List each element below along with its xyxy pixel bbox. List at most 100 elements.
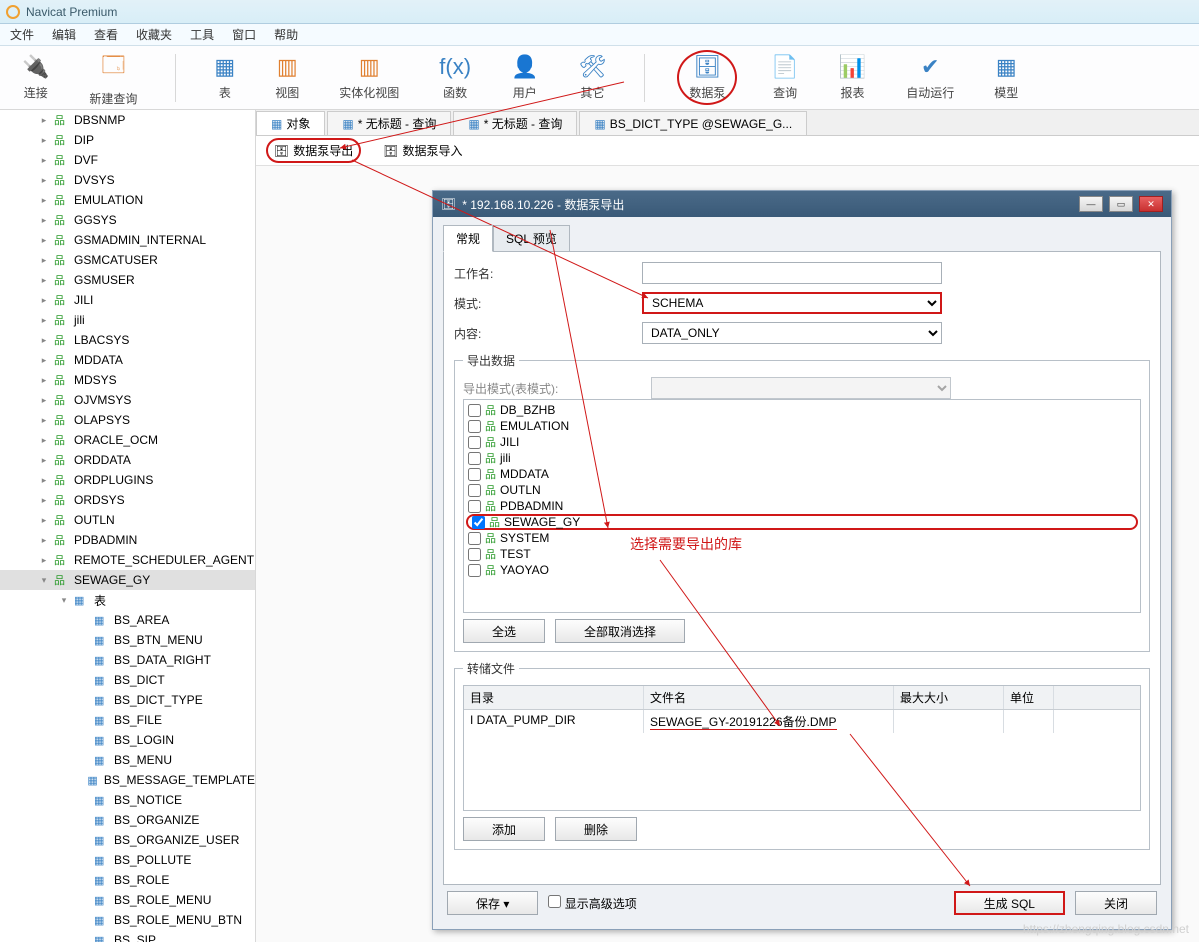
tree-BS_DICT_TYPE[interactable]: ▦BS_DICT_TYPE xyxy=(0,690,255,710)
dump-table-row[interactable]: I DATA_PUMP_DIR SEWAGE_GY-20191226备份.DMP xyxy=(464,710,1140,733)
object-tree[interactable]: ▸品DBSNMP▸品DIP▸品DVF▸品DVSYS▸品EMULATION▸品GG… xyxy=(0,110,256,942)
tree-GSMCATUSER[interactable]: ▸品GSMCATUSER xyxy=(0,250,255,270)
tree-BS_ORGANIZE[interactable]: ▦BS_ORGANIZE xyxy=(0,810,255,830)
toolbar-实体化视图[interactable]: ▥实体化视图 xyxy=(333,50,405,105)
schema-row-OUTLN[interactable]: 品OUTLN xyxy=(466,482,1138,498)
toolbar-函数[interactable]: f(x)函数 xyxy=(433,50,477,105)
tree-DVSYS[interactable]: ▸品DVSYS xyxy=(0,170,255,190)
schema-checkbox[interactable] xyxy=(468,404,481,417)
schema-checkbox[interactable] xyxy=(468,548,481,561)
datapump-import-button[interactable]: 🗄 数据泵导入 xyxy=(377,140,468,161)
toolbar-视图[interactable]: ▥视图 xyxy=(269,50,305,105)
tree-BS_ROLE_MENU_BTN[interactable]: ▦BS_ROLE_MENU_BTN xyxy=(0,910,255,930)
tree-BS_AREA[interactable]: ▦BS_AREA xyxy=(0,610,255,630)
doc-tab[interactable]: ▦* 无标题 - 查询 xyxy=(453,111,577,135)
tree-BS_ORGANIZE_USER[interactable]: ▦BS_ORGANIZE_USER xyxy=(0,830,255,850)
schema-checkbox[interactable] xyxy=(468,484,481,497)
generate-sql-button[interactable]: 生成 SQL xyxy=(954,891,1065,915)
advanced-checkbox[interactable] xyxy=(548,895,561,908)
schema-row-EMULATION[interactable]: 品EMULATION xyxy=(466,418,1138,434)
schema-row-DB_BZHB[interactable]: 品DB_BZHB xyxy=(466,402,1138,418)
tree-BS_DATA_RIGHT[interactable]: ▦BS_DATA_RIGHT xyxy=(0,650,255,670)
toolbar-表[interactable]: ▦表 xyxy=(208,50,241,105)
menu-收藏夹[interactable]: 收藏夹 xyxy=(136,26,172,43)
tree-BS_MENU[interactable]: ▦BS_MENU xyxy=(0,750,255,770)
tree-GSMADMIN_INTERNAL[interactable]: ▸品GSMADMIN_INTERNAL xyxy=(0,230,255,250)
toolbar-模型[interactable]: ▦模型 xyxy=(988,50,1024,105)
tree-OJVMSYS[interactable]: ▸品OJVMSYS xyxy=(0,390,255,410)
toolbar-数据泵[interactable]: 🗄数据泵 xyxy=(677,50,737,105)
minimize-button[interactable]: — xyxy=(1079,196,1103,212)
tree-GSMUSER[interactable]: ▸品GSMUSER xyxy=(0,270,255,290)
tree-ORDSYS[interactable]: ▸品ORDSYS xyxy=(0,490,255,510)
toolbar-报表[interactable]: 📊报表 xyxy=(833,50,872,105)
doc-tab[interactable]: ▦BS_DICT_TYPE @SEWAGE_G... xyxy=(579,111,807,135)
schema-list[interactable]: 品DB_BZHB品EMULATION品JILI品jili品MDDATA品OUTL… xyxy=(463,399,1141,613)
toolbar-自动运行[interactable]: ✔自动运行 xyxy=(900,50,960,105)
tree-PDBADMIN[interactable]: ▸品PDBADMIN xyxy=(0,530,255,550)
schema-row-jili[interactable]: 品jili xyxy=(466,450,1138,466)
delete-button[interactable]: 删除 xyxy=(555,817,637,841)
tree-BS_ROLE[interactable]: ▦BS_ROLE xyxy=(0,870,255,890)
tree-DVF[interactable]: ▸品DVF xyxy=(0,150,255,170)
schema-row-JILI[interactable]: 品JILI xyxy=(466,434,1138,450)
menu-查看[interactable]: 查看 xyxy=(94,26,118,43)
mode-select[interactable]: SCHEMA xyxy=(642,292,942,314)
schema-checkbox[interactable] xyxy=(468,436,481,449)
tree-BS_BTN_MENU[interactable]: ▦BS_BTN_MENU xyxy=(0,630,255,650)
datapump-export-button[interactable]: 🗄 数据泵导出 xyxy=(266,138,361,163)
toolbar-新建查询[interactable]: 🗔新建查询 xyxy=(83,44,143,111)
menu-编辑[interactable]: 编辑 xyxy=(52,26,76,43)
doc-tab[interactable]: ▦对象 xyxy=(256,111,325,135)
tree-JILI[interactable]: ▸品JILI xyxy=(0,290,255,310)
toolbar-用户[interactable]: 👤用户 xyxy=(505,50,544,105)
dialog-titlebar[interactable]: 🗄 * 192.168.10.226 - 数据泵导出 — ▭ ✕ xyxy=(433,191,1171,217)
tree-BS_DICT[interactable]: ▦BS_DICT xyxy=(0,670,255,690)
menu-文件[interactable]: 文件 xyxy=(10,26,34,43)
select-all-button[interactable]: 全选 xyxy=(463,619,545,643)
tree-DIP[interactable]: ▸品DIP xyxy=(0,130,255,150)
add-button[interactable]: 添加 xyxy=(463,817,545,841)
tree-BS_MESSAGE_TEMPLATE[interactable]: ▦BS_MESSAGE_TEMPLATE xyxy=(0,770,255,790)
content-select[interactable]: DATA_ONLY xyxy=(642,322,942,344)
tree-OUTLN[interactable]: ▸品OUTLN xyxy=(0,510,255,530)
tree-MDSYS[interactable]: ▸品MDSYS xyxy=(0,370,255,390)
doc-tab[interactable]: ▦* 无标题 - 查询 xyxy=(327,111,451,135)
schema-row-TEST[interactable]: 品TEST xyxy=(466,546,1138,562)
menu-帮助[interactable]: 帮助 xyxy=(274,26,298,43)
tree-GGSYS[interactable]: ▸品GGSYS xyxy=(0,210,255,230)
toolbar-连接[interactable]: 🔌连接 xyxy=(16,50,55,105)
schema-row-MDDATA[interactable]: 品MDDATA xyxy=(466,466,1138,482)
tree-BS_ROLE_MENU[interactable]: ▦BS_ROLE_MENU xyxy=(0,890,255,910)
schema-checkbox[interactable] xyxy=(468,500,481,513)
tree-表[interactable]: ▾▦表 xyxy=(0,590,255,610)
close-dialog-button[interactable]: 关闭 xyxy=(1075,891,1157,915)
tree-EMULATION[interactable]: ▸品EMULATION xyxy=(0,190,255,210)
maximize-button[interactable]: ▭ xyxy=(1109,196,1133,212)
tree-BS_SIP[interactable]: ▦BS_SIP xyxy=(0,930,255,942)
schema-checkbox[interactable] xyxy=(468,452,481,465)
save-button[interactable]: 保存 ▾ xyxy=(447,891,538,915)
tree-SEWAGE_GY[interactable]: ▾品SEWAGE_GY xyxy=(0,570,255,590)
tree-ORDDATA[interactable]: ▸品ORDDATA xyxy=(0,450,255,470)
advanced-checkbox-label[interactable]: 显示高级选项 xyxy=(548,895,636,912)
tree-ORDPLUGINS[interactable]: ▸品ORDPLUGINS xyxy=(0,470,255,490)
close-button[interactable]: ✕ xyxy=(1139,196,1163,212)
schema-row-PDBADMIN[interactable]: 品PDBADMIN xyxy=(466,498,1138,514)
schema-row-SYSTEM[interactable]: 品SYSTEM xyxy=(466,530,1138,546)
tree-BS_POLLUTE[interactable]: ▦BS_POLLUTE xyxy=(0,850,255,870)
schema-checkbox[interactable] xyxy=(468,468,481,481)
tab-general[interactable]: 常规 xyxy=(443,225,493,252)
schema-checkbox[interactable] xyxy=(468,532,481,545)
menu-窗口[interactable]: 窗口 xyxy=(232,26,256,43)
toolbar-其它[interactable]: 🛠其它 xyxy=(572,50,612,105)
menu-工具[interactable]: 工具 xyxy=(190,26,214,43)
schema-checkbox[interactable] xyxy=(472,516,485,529)
tree-OLAPSYS[interactable]: ▸品OLAPSYS xyxy=(0,410,255,430)
tree-MDDATA[interactable]: ▸品MDDATA xyxy=(0,350,255,370)
toolbar-查询[interactable]: 📄查询 xyxy=(765,50,804,105)
schema-row-SEWAGE_GY[interactable]: 品SEWAGE_GY xyxy=(466,514,1138,530)
tree-ORACLE_OCM[interactable]: ▸品ORACLE_OCM xyxy=(0,430,255,450)
schema-row-YAOYAO[interactable]: 品YAOYAO xyxy=(466,562,1138,578)
tree-DBSNMP[interactable]: ▸品DBSNMP xyxy=(0,110,255,130)
